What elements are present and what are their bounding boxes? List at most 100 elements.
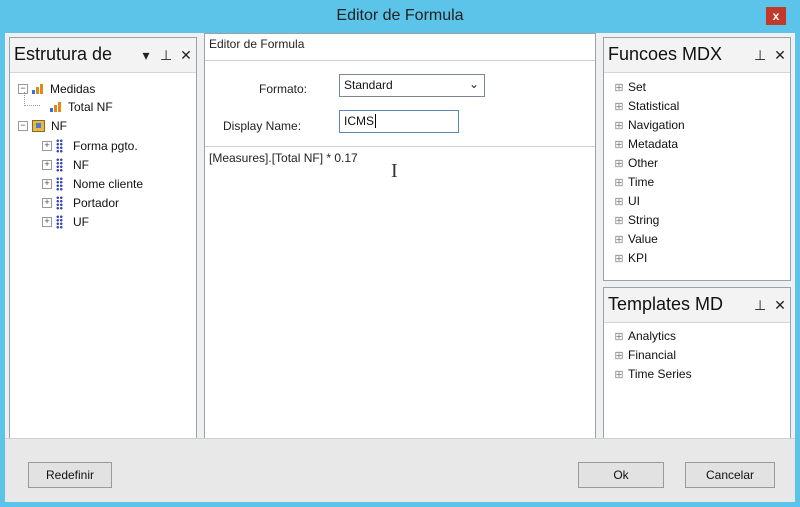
mdx-item-label: String: [628, 213, 660, 227]
mdx-item-label: Set: [628, 80, 647, 94]
tree-node-forma-pgto[interactable]: + Forma pgto.: [42, 137, 138, 155]
dimension-icon: [56, 177, 63, 191]
mdx-item-label: Metadata: [628, 137, 679, 151]
tree-node-nome-cliente[interactable]: + Nome cliente: [42, 175, 143, 193]
expand-icon[interactable]: +: [42, 141, 52, 151]
tree-node-label: NF: [73, 158, 89, 172]
template-item-label: Analytics: [628, 329, 677, 343]
mdx-item-ui[interactable]: ⊞ UI: [614, 192, 640, 210]
tree-node-portador[interactable]: + Portador: [42, 194, 119, 212]
structure-panel-title: Estrutura de: [14, 44, 113, 64]
dimension-icon: [56, 196, 63, 210]
mdx-item-kpi[interactable]: ⊞ KPI: [614, 249, 647, 267]
mdx-item-string[interactable]: ⊞ String: [614, 211, 659, 229]
expand-icon[interactable]: ⊞: [614, 349, 624, 362]
expand-icon[interactable]: ⊞: [614, 157, 624, 170]
mdx-item-value[interactable]: ⊞ Value: [614, 230, 658, 248]
formula-editor-panel: Editor de Formula Formato: Standard ⌄ Di…: [204, 33, 596, 447]
expand-icon[interactable]: ⊞: [614, 330, 624, 343]
template-item-label: Time Series: [628, 367, 692, 381]
tree-node-label: Total NF: [68, 100, 113, 114]
expand-icon[interactable]: +: [42, 160, 52, 170]
mdx-item-label: Other: [628, 156, 659, 170]
mdx-item-label: KPI: [628, 251, 648, 265]
expand-icon[interactable]: ⊞: [614, 81, 624, 94]
close-icon[interactable]: ✕: [774, 297, 786, 314]
tree-node-medidas[interactable]: − Medidas: [18, 80, 95, 98]
dialog-client-area: Estrutura de ▾ ⊥ ✕ − Medidas Total NF − …: [5, 33, 795, 502]
template-item-financial[interactable]: ⊞ Financial: [614, 346, 676, 364]
dimension-icon: [56, 158, 63, 172]
expand-icon[interactable]: ⊞: [614, 214, 624, 227]
expand-icon[interactable]: +: [42, 198, 52, 208]
expand-icon[interactable]: ⊞: [614, 138, 624, 151]
collapse-icon[interactable]: −: [18, 84, 28, 94]
close-icon[interactable]: ✕: [774, 47, 786, 64]
dialog-footer: Redefinir Ok Cancelar: [5, 438, 795, 502]
template-item-time-series[interactable]: ⊞ Time Series: [614, 365, 692, 383]
title-bar: Editor de Formula x: [0, 0, 800, 33]
structure-panel-header: Estrutura de ▾ ⊥ ✕: [10, 38, 196, 73]
expand-icon[interactable]: ⊞: [614, 119, 624, 132]
window-title: Editor de Formula: [336, 7, 464, 24]
pin-icon[interactable]: ⊥: [754, 47, 766, 64]
expand-icon[interactable]: ⊞: [614, 176, 624, 189]
mdx-item-label: Time: [628, 175, 655, 189]
display-name-value: ICMS: [344, 114, 374, 128]
mdx-item-label: Navigation: [628, 118, 685, 132]
formula-textarea[interactable]: [Measures].[Total NF] * 0.17 I: [205, 147, 595, 446]
display-name-label: Display Name:: [223, 119, 302, 133]
mdx-item-navigation[interactable]: ⊞ Navigation: [614, 116, 685, 134]
expand-icon[interactable]: ⊞: [614, 233, 624, 246]
tree-node-label: NF: [51, 119, 67, 133]
mdx-panel-title: Funcoes MDX: [608, 44, 723, 64]
mdx-item-metadata[interactable]: ⊞ Metadata: [614, 135, 678, 153]
templates-panel: Templates MD ⊥ ✕ ⊞ Analytics ⊞ Financial ⊞…: [603, 287, 791, 447]
chevron-down-icon[interactable]: ▾: [140, 47, 152, 64]
expand-icon[interactable]: +: [42, 217, 52, 227]
window-close-button[interactable]: x: [766, 7, 786, 25]
mdx-item-statistical[interactable]: ⊞ Statistical: [614, 97, 679, 115]
template-item-analytics[interactable]: ⊞ Analytics: [614, 327, 676, 345]
mdx-item-set[interactable]: ⊞ Set: [614, 78, 646, 96]
expand-icon[interactable]: ⊞: [614, 368, 624, 381]
mdx-item-time[interactable]: ⊞ Time: [614, 173, 654, 191]
template-item-label: Financial: [628, 348, 677, 362]
ok-button[interactable]: Ok: [578, 462, 664, 488]
format-select[interactable]: Standard ⌄: [339, 74, 485, 97]
measure-icon: [32, 84, 44, 94]
tree-node-label: Medidas: [50, 82, 96, 96]
mdx-item-label: Value: [628, 232, 658, 246]
editor-header: Editor de Formula: [209, 37, 305, 51]
cancel-button[interactable]: Cancelar: [685, 462, 775, 488]
mdx-item-label: Statistical: [628, 99, 680, 113]
display-name-field[interactable]: ICMS: [339, 110, 459, 133]
mdx-functions-panel: Funcoes MDX ⊥ ✕ ⊞ Set ⊞ Statistical ⊞ Navig…: [603, 37, 791, 281]
expand-icon[interactable]: ⊞: [614, 100, 624, 113]
templates-panel-title: Templates MD: [608, 294, 724, 314]
pin-icon[interactable]: ⊥: [160, 47, 172, 64]
expand-icon[interactable]: ⊞: [614, 252, 624, 265]
text-cursor-icon: I: [391, 160, 398, 182]
tree-node-label: Forma pgto.: [73, 139, 138, 153]
expand-icon[interactable]: +: [42, 179, 52, 189]
collapse-icon[interactable]: −: [18, 121, 28, 131]
expand-icon[interactable]: ⊞: [614, 195, 624, 208]
tree-node-label: Nome cliente: [73, 177, 144, 191]
mdx-item-other[interactable]: ⊞ Other: [614, 154, 658, 172]
tree-node-nf[interactable]: + NF: [42, 156, 89, 174]
close-icon[interactable]: ✕: [180, 47, 192, 64]
tree-node-label: UF: [73, 215, 89, 229]
format-label: Formato:: [259, 82, 308, 96]
templates-panel-header: Templates MD ⊥ ✕: [604, 288, 790, 323]
tree-node-total-nf[interactable]: Total NF: [50, 98, 113, 116]
dimension-icon: [56, 139, 63, 153]
reset-button[interactable]: Redefinir: [28, 462, 112, 488]
format-select-value: Standard: [344, 78, 393, 92]
measure-icon: [50, 102, 62, 112]
tree-node-uf[interactable]: + UF: [42, 213, 89, 231]
mdx-panel-header: Funcoes MDX ⊥ ✕: [604, 38, 790, 73]
tree-node-nf-cube[interactable]: − NF: [18, 117, 67, 135]
pin-icon[interactable]: ⊥: [754, 297, 766, 314]
chevron-down-icon: ⌄: [468, 77, 479, 91]
